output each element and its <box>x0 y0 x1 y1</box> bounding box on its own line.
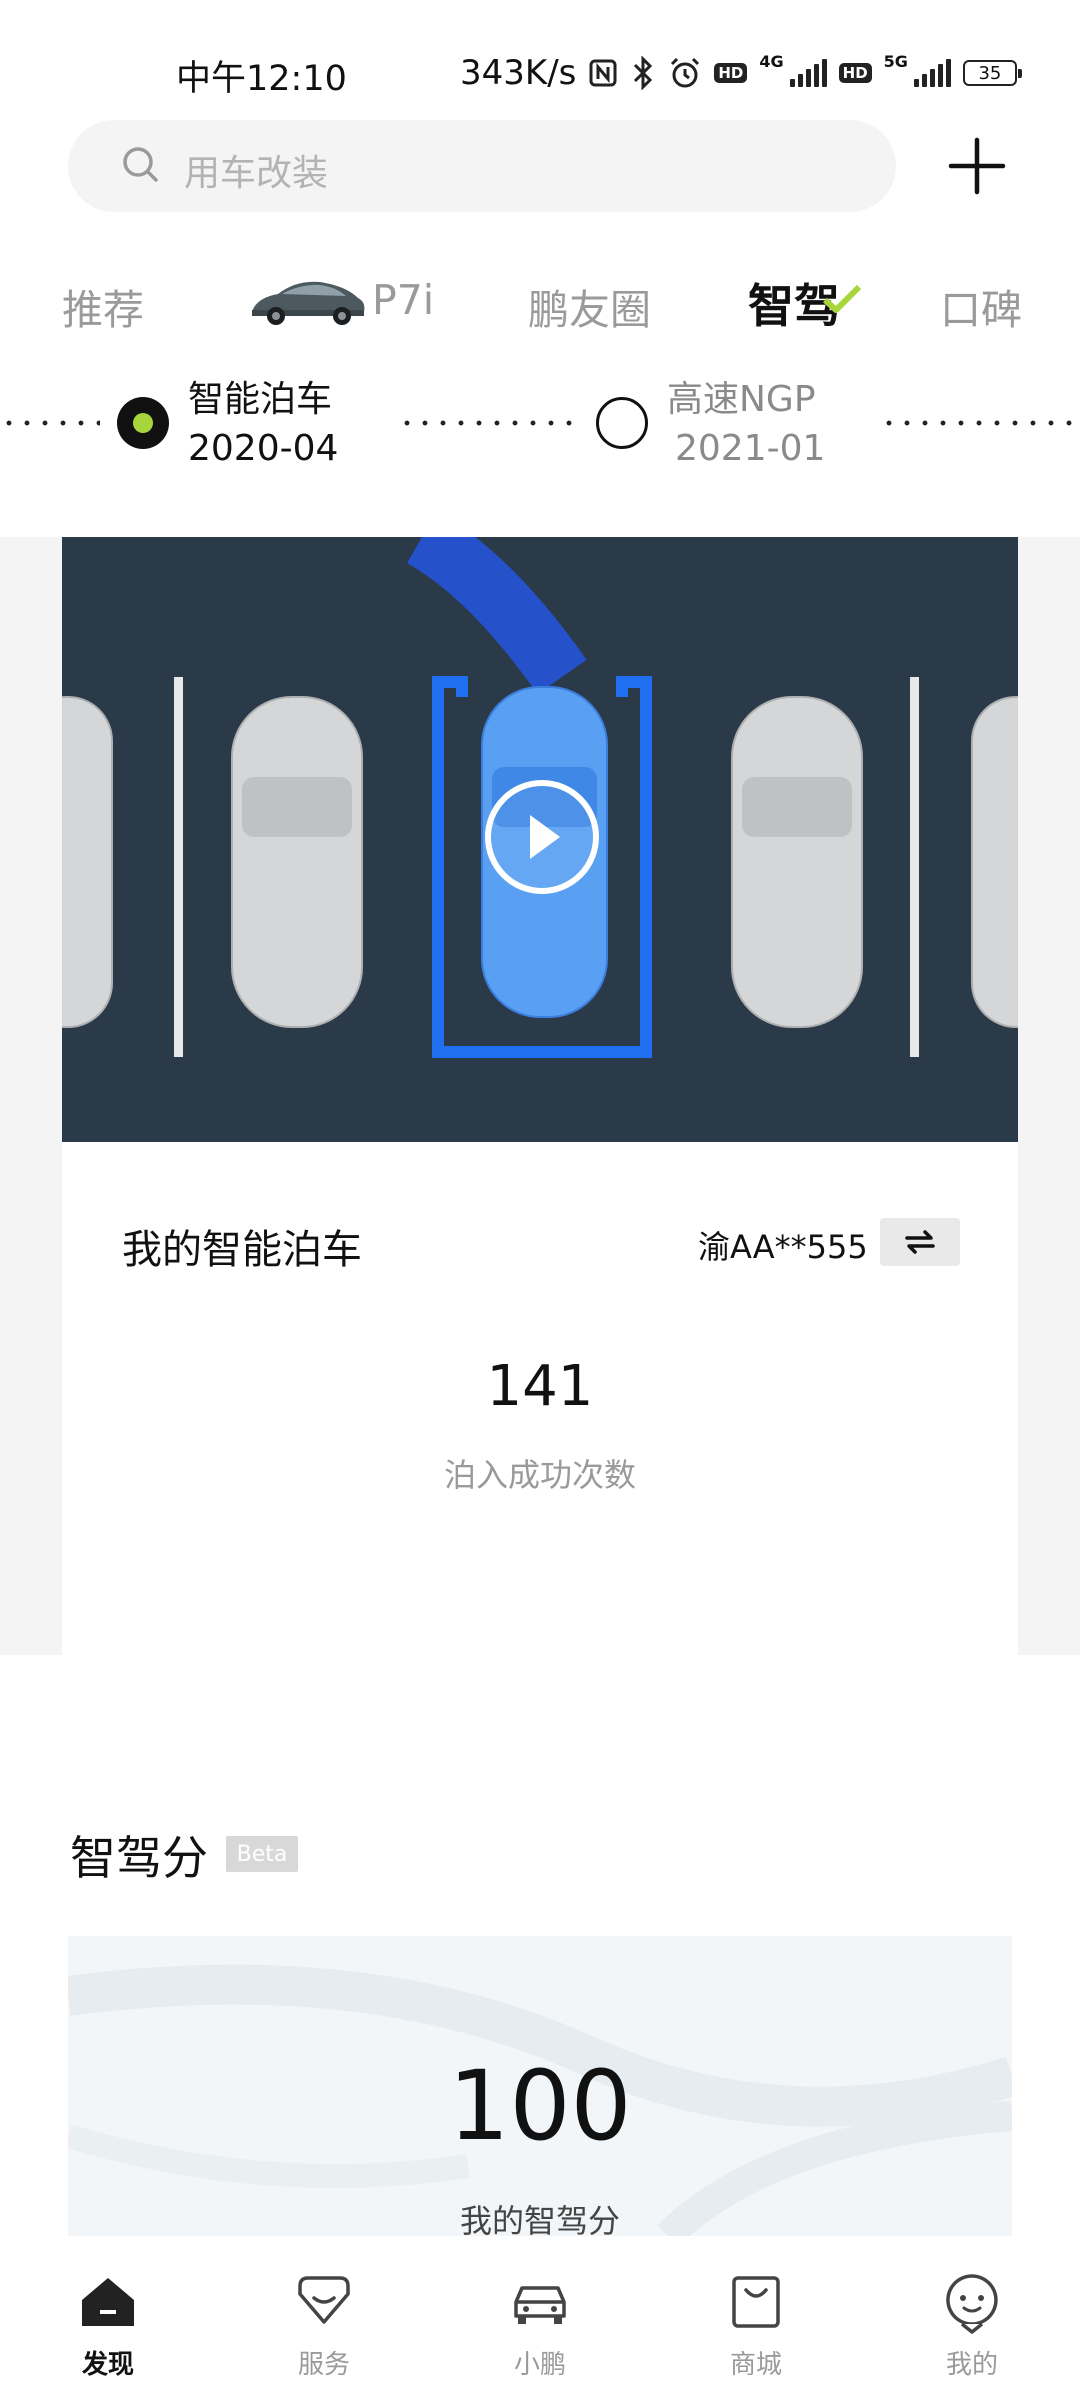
parking-illustration <box>62 537 1018 1142</box>
net-5g-label: 5G <box>883 51 908 71</box>
swap-arrows-icon <box>905 1230 935 1254</box>
parking-success-label: 泊入成功次数 <box>443 1456 636 1494</box>
search-input[interactable]: 用车改装 <box>184 144 328 196</box>
status-indicators: 343K/s HD 4G HD 5G 35 <box>460 48 1022 98</box>
nav-label-xpeng: 小鹏 <box>513 2350 566 2380</box>
profile-face-icon <box>946 2274 998 2334</box>
hd-badge-2: HD <box>838 63 872 83</box>
battery-icon: 35 <box>962 60 1022 86</box>
beta-badge: Beta <box>226 1836 298 1872</box>
timeline-node-ngp[interactable] <box>596 397 648 449</box>
search-bar[interactable]: 用车改装 <box>68 120 896 212</box>
hd-badge-1: HD <box>714 63 748 83</box>
timeline-title-ngp[interactable]: 高速NGP <box>667 370 816 422</box>
timeline-dots <box>398 420 578 426</box>
tab-p7i[interactable]: P7i <box>372 276 434 324</box>
signal-icon-2 <box>913 59 951 87</box>
bluetooth-icon <box>630 56 656 90</box>
parking-card-title: 我的智能泊车 <box>122 1227 362 1273</box>
car-icon <box>514 2286 566 2324</box>
nfc-icon <box>588 58 618 88</box>
top-tabs: 推荐 P7i 鹏友圈 智驾 口碑 <box>0 262 1080 342</box>
nav-discover[interactable]: 发现 <box>38 2270 178 2390</box>
alarm-icon <box>668 56 702 90</box>
feature-timeline: 智能泊车 2020-04 高速NGP 2021-01 <box>0 360 1080 490</box>
bottom-navigation: 发现 服务 小鹏 商城 我的 <box>0 2240 1080 2400</box>
net-4g-label: 4G <box>759 51 784 71</box>
timeline-dots <box>880 420 1080 426</box>
nav-xpeng[interactable]: 小鹏 <box>470 2270 610 2390</box>
switch-vehicle-button[interactable] <box>880 1218 960 1266</box>
parking-success-count: 141 <box>486 1354 594 1419</box>
license-plate: 渝AA**555 <box>698 1228 868 1266</box>
nav-label-discover: 发现 <box>81 2350 134 2380</box>
shopping-bag-icon <box>732 2276 780 2328</box>
battery-level: 35 <box>978 62 1002 84</box>
status-bar: 中午12:10 343K/s HD 4G HD 5G 35 <box>0 0 1080 120</box>
tab-reviews[interactable]: 口碑 <box>940 276 1022 336</box>
tab-community[interactable]: 鹏友圈 <box>528 276 651 336</box>
nav-label-mine: 我的 <box>945 2350 998 2380</box>
car-thumbnail-icon <box>252 281 365 325</box>
status-time: 中午12:10 <box>176 59 347 99</box>
timeline-date-parking: 2020-04 <box>188 428 339 469</box>
nav-service[interactable]: 服务 <box>254 2270 394 2390</box>
timeline-node-parking[interactable] <box>117 397 169 449</box>
home-icon <box>82 2278 134 2326</box>
add-button[interactable] <box>944 126 1010 206</box>
search-icon <box>123 147 158 182</box>
timeline-dots <box>0 420 100 426</box>
nav-label-mall: 商城 <box>729 2350 782 2380</box>
drive-score-title: 智驾分 <box>70 1831 208 1885</box>
parking-video[interactable] <box>62 537 1018 1142</box>
drive-score-value: 100 <box>448 2050 632 2162</box>
nav-mine[interactable]: 我的 <box>902 2270 1042 2390</box>
active-tab-check-icon <box>822 284 862 313</box>
nav-mall[interactable]: 商城 <box>686 2270 826 2390</box>
network-speed: 343K/s <box>460 53 577 93</box>
service-heart-icon <box>298 2276 350 2324</box>
timeline-date-ngp: 2021-01 <box>675 428 826 469</box>
nav-label-service: 服务 <box>297 2350 350 2380</box>
signal-icon <box>789 59 827 87</box>
timeline-title-parking[interactable]: 智能泊车 <box>188 370 332 422</box>
tab-recommend[interactable]: 推荐 <box>62 276 144 336</box>
drive-score-label: 我的智驾分 <box>459 2202 620 2240</box>
